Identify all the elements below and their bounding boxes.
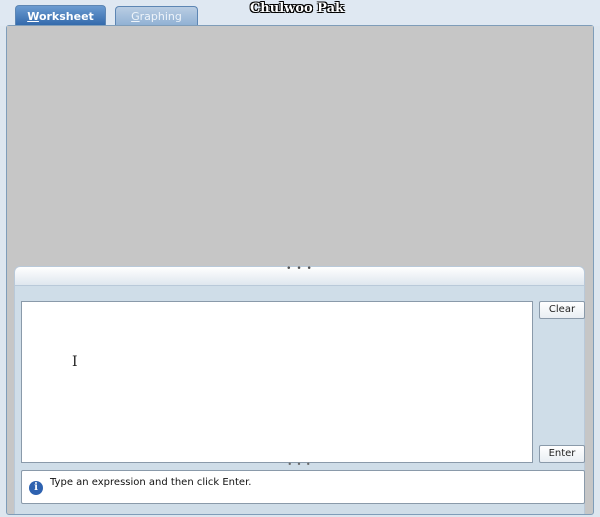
status-message: Type an expression and then click Enter. bbox=[50, 477, 252, 488]
expression-input[interactable]: I bbox=[21, 301, 533, 463]
tab-worksheet[interactable]: Worksheet bbox=[15, 5, 106, 27]
status-bar: i Type an expression and then click Ente… bbox=[21, 470, 585, 504]
worksheet-frame: • • • I Clear Enter • • • i Type an expr… bbox=[6, 25, 594, 515]
input-panel: I Clear Enter • • • i Type an expression… bbox=[14, 286, 585, 514]
resize-grip-icon[interactable]: • • • bbox=[287, 460, 311, 469]
ibeam-cursor-icon: I bbox=[72, 354, 78, 370]
tab-graphing-mnemonic: G bbox=[131, 10, 140, 23]
tab-graphing-label: raphing bbox=[139, 10, 182, 23]
app-title: Chulwoo Pak bbox=[249, 1, 345, 16]
title-bar: Worksheet Graphing Chulwoo Pak bbox=[0, 0, 600, 27]
clear-button[interactable]: Clear bbox=[539, 301, 585, 319]
panel-splitter[interactable]: • • • bbox=[14, 264, 585, 286]
enter-button[interactable]: Enter bbox=[539, 445, 585, 463]
tab-graphing[interactable]: Graphing bbox=[115, 6, 198, 26]
output-area[interactable] bbox=[7, 26, 593, 266]
splitter-grip-icon[interactable]: • • • bbox=[286, 264, 313, 274]
tab-worksheet-mnemonic: W bbox=[27, 10, 39, 23]
tab-worksheet-label: orksheet bbox=[38, 10, 94, 23]
info-icon: i bbox=[29, 481, 43, 495]
